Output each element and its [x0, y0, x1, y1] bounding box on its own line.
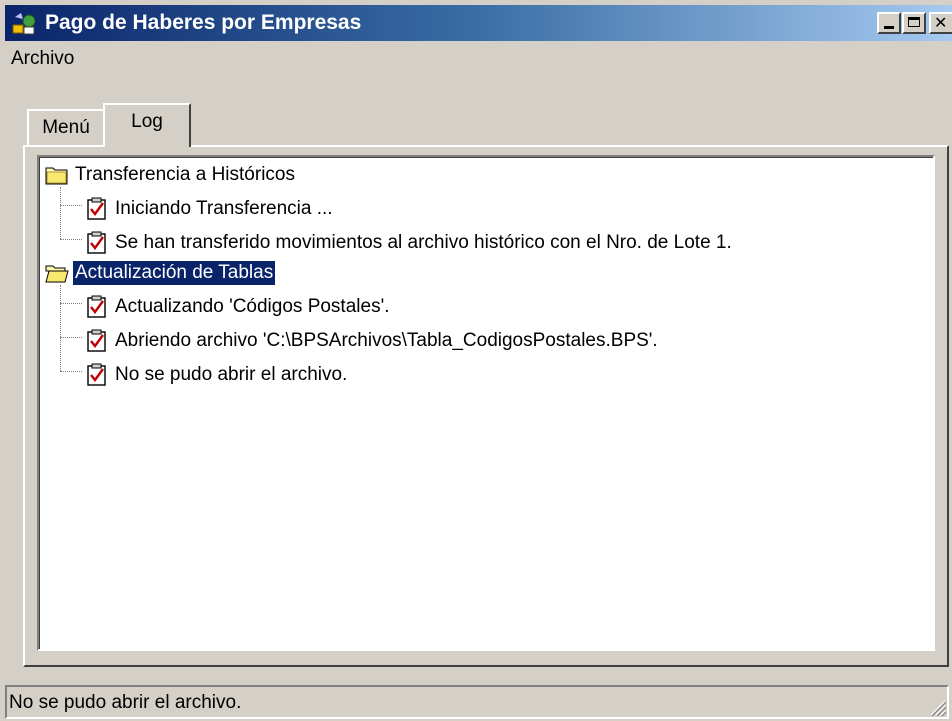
- maximize-button[interactable]: [902, 12, 926, 34]
- tree-connector: [60, 239, 82, 240]
- menu-archivo[interactable]: Archivo: [11, 47, 74, 71]
- status-bar: No se pudo abrir el archivo.: [5, 685, 949, 719]
- tree-connector: [60, 337, 82, 338]
- tree-connector: [60, 205, 82, 206]
- minimize-icon: [884, 26, 894, 29]
- close-icon: ✕: [934, 13, 948, 32]
- minimize-button[interactable]: [877, 12, 901, 34]
- checked-clipboard-icon: [87, 363, 106, 386]
- folder-open-icon: [45, 265, 69, 283]
- resize-grip-icon[interactable]: [925, 695, 947, 717]
- tree-leaf-label: Se han transferido movimientos al archiv…: [115, 232, 732, 253]
- tree-connector: [60, 303, 82, 304]
- app-icon: [12, 13, 36, 35]
- log-tree-view[interactable]: Transferencia a Históricos Iniciando Tra…: [37, 155, 935, 651]
- title-bar[interactable]: Pago de Haberes por Empresas ✕: [5, 5, 952, 41]
- tree-leaf-label: Actualizando 'Códigos Postales'.: [115, 296, 390, 317]
- tree-node-label: Actualización de Tablas: [71, 260, 277, 286]
- checked-clipboard-icon: [87, 231, 106, 254]
- close-button[interactable]: ✕: [929, 12, 952, 34]
- tree-connector: [60, 371, 82, 372]
- menu-bar: Archivo: [5, 43, 949, 73]
- checked-clipboard-icon: [87, 329, 106, 352]
- app-window: Pago de Haberes por Empresas ✕ Archivo M…: [0, 0, 952, 721]
- status-text: No se pudo abrir el archivo.: [9, 692, 242, 713]
- tab-menu[interactable]: Menú: [27, 109, 105, 145]
- tree-leaf-label: Abriendo archivo 'C:\BPSArchivos\Tabla_C…: [115, 330, 658, 351]
- checked-clipboard-icon: [87, 295, 106, 318]
- tree-connector: [60, 285, 61, 371]
- window-title: Pago de Haberes por Empresas: [45, 11, 362, 34]
- maximize-icon: [908, 17, 920, 27]
- tree-leaf-label: No se pudo abrir el archivo.: [115, 364, 348, 385]
- tree-connector: [60, 187, 61, 239]
- checked-clipboard-icon: [87, 197, 106, 220]
- tree-node-label: Transferencia a Históricos: [75, 164, 295, 185]
- tree-leaf-label: Iniciando Transferencia ...: [115, 198, 333, 219]
- tab-log[interactable]: Log: [103, 103, 191, 147]
- folder-closed-icon: [45, 167, 68, 185]
